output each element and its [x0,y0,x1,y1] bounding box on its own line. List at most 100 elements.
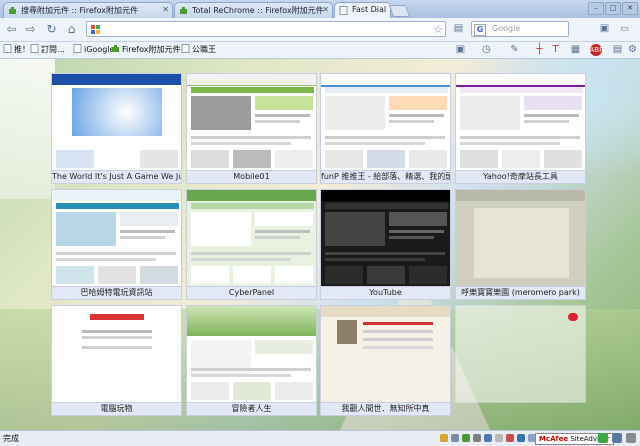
reload-button[interactable]: ↻ [43,21,60,37]
bookmark-item[interactable]: 訂閱… [30,44,65,55]
background-art [0,59,55,199]
speed-dial-item[interactable]: CyberPanel [186,189,317,302]
dial-caption: Yahoo!奇摩站長工具 [455,171,586,184]
star-icon[interactable]: ☆ [433,22,443,37]
addon-icon[interactable] [484,434,492,442]
extension-button[interactable]: ▣ [596,21,613,37]
bookmark-label: 公職王 [192,45,216,54]
addon-icon[interactable] [517,434,525,442]
dial-caption: 巴哈姆特電玩資訊站 [51,287,182,300]
page-icon [181,44,190,53]
page-icon [30,44,39,53]
speed-dial-item[interactable]: funP 推推王 - 給部落、精選、我的頭 [320,73,451,186]
tools-button[interactable]: ✎ [506,42,523,58]
addon-icon[interactable] [612,433,622,443]
page-action-button[interactable]: ▤ [450,21,467,37]
history-button[interactable]: ◷ [478,42,495,58]
site-thumbnail [51,305,182,403]
speed-dial-item[interactable]: Yahoo!奇摩站長工具 [455,73,586,186]
dial-caption: CyberPanel [186,287,317,300]
tag-icon: ▭ [620,24,629,34]
status-text: 完成 [3,434,19,443]
speed-dial-item[interactable]: Mobile01 [186,73,317,186]
addon-icon[interactable] [451,434,459,442]
maximize-button[interactable]: □ [605,2,621,15]
stop-icon: ABP [589,44,604,56]
text-tool-button[interactable]: T [547,42,564,58]
speed-dial-item[interactable]: 巴哈姆特電玩資訊站 [51,189,182,302]
site-thumbnail [186,305,317,403]
page-icon [3,44,12,53]
speed-dial-item[interactable]: 電腦玩物 [51,305,182,418]
extensions-menu-button[interactable]: ▣ [452,42,469,58]
address-bar[interactable]: ☆ [86,21,446,37]
status-icons [440,434,547,442]
tab-search-addons[interactable]: 搜尋附加元件 :: Firefox附加元件 ✕ [3,2,173,18]
new-tab-button[interactable] [388,5,411,17]
dial-caption: 我觀人間世．無知所中真 [320,403,451,416]
crosshair-icon: ┼ [536,44,543,55]
home-button[interactable]: ⌂ [63,21,80,37]
site-thumbnail [51,73,182,171]
speed-dial-item[interactable]: 冒險者人生 [186,305,317,418]
text-icon: T [552,44,559,55]
home-icon: ⌂ [67,22,76,36]
siteadvisor-status-icon[interactable] [598,433,608,443]
addon-icon[interactable] [440,434,448,442]
close-icon[interactable]: ✕ [322,5,329,14]
ruler-button[interactable]: ┼ [531,42,548,58]
site-thumbnail [455,189,586,287]
window-controls: – □ ✕ [588,2,638,15]
wrench-menu-button[interactable]: ⚙ [624,42,640,58]
search-box[interactable]: G Google [471,21,569,37]
bookmark-item[interactable]: iGoogle [73,44,114,54]
addon-icon[interactable] [495,434,503,442]
addon-icon[interactable] [462,434,470,442]
close-icon[interactable]: ✕ [162,5,169,14]
addon-icon[interactable] [473,434,481,442]
search-input[interactable]: Google [492,24,520,33]
dial-caption: funP 推推王 - 給部落、精選、我的頭 [320,171,451,184]
adblock-button[interactable]: ABP [587,42,604,58]
site-thumbnail [186,189,317,287]
minimize-button[interactable]: – [588,2,604,15]
forward-button[interactable]: ⇨ [22,21,39,37]
dial-caption: Mobile01 [186,171,317,184]
site-thumbnail [455,305,586,403]
bookmark-item[interactable]: 公職王 [181,44,216,55]
addon-icon[interactable] [626,433,636,443]
speed-dial-item[interactable]: YouTube [320,189,451,302]
dial-caption: 冒險者人生 [186,403,317,416]
site-thumbnail [455,73,586,171]
ladybug-icon [568,313,578,321]
grid-button[interactable]: ▦ [567,42,584,58]
tag-button[interactable]: ▭ [616,21,633,37]
site-thumbnail [51,189,182,287]
tab-title: 搜尋附加元件 :: Firefox附加元件 [21,6,138,15]
clock-icon: ◷ [482,44,491,55]
page-menu-icon: ▤ [453,23,464,34]
site-thumbnail [320,73,451,171]
grid-icon: ▦ [570,44,581,55]
tab-fast-dial[interactable]: Fast Dial [334,2,391,19]
bookmark-label: 推！ [14,45,30,54]
speed-dial-item[interactable]: 我觀人間世．無知所中真 [320,305,451,418]
tab-total-rechrome[interactable]: Total ReChrome :: Firefox附加元件 ✕ [174,2,333,18]
bookmark-item[interactable]: 推！ [3,44,30,55]
bookmark-item[interactable]: Firefox附加元件 [111,44,180,55]
addon-icon[interactable] [506,434,514,442]
close-window-button[interactable]: ✕ [622,2,638,15]
tab-title: Total ReChrome :: Firefox附加元件 [192,6,324,15]
speed-dial-empty-slot[interactable] [455,305,586,418]
dial-caption: The World It's Just A Game We Just P [51,171,182,184]
speed-dial-item[interactable]: 呼樂寶寶樂園 (meromero park) [455,189,586,302]
site-thumbnail [320,305,451,403]
mcafee-brand: McAfee [539,435,569,443]
page-menu-icon: ▤ [612,44,623,55]
dial-caption: YouTube [320,287,451,300]
extension-icon: ▣ [599,23,610,34]
extension-icon: ▣ [455,44,466,55]
wrench-icon: ✎ [510,44,519,55]
back-button[interactable]: ⇦ [3,21,20,37]
speed-dial-item[interactable]: The World It's Just A Game We Just P [51,73,182,186]
